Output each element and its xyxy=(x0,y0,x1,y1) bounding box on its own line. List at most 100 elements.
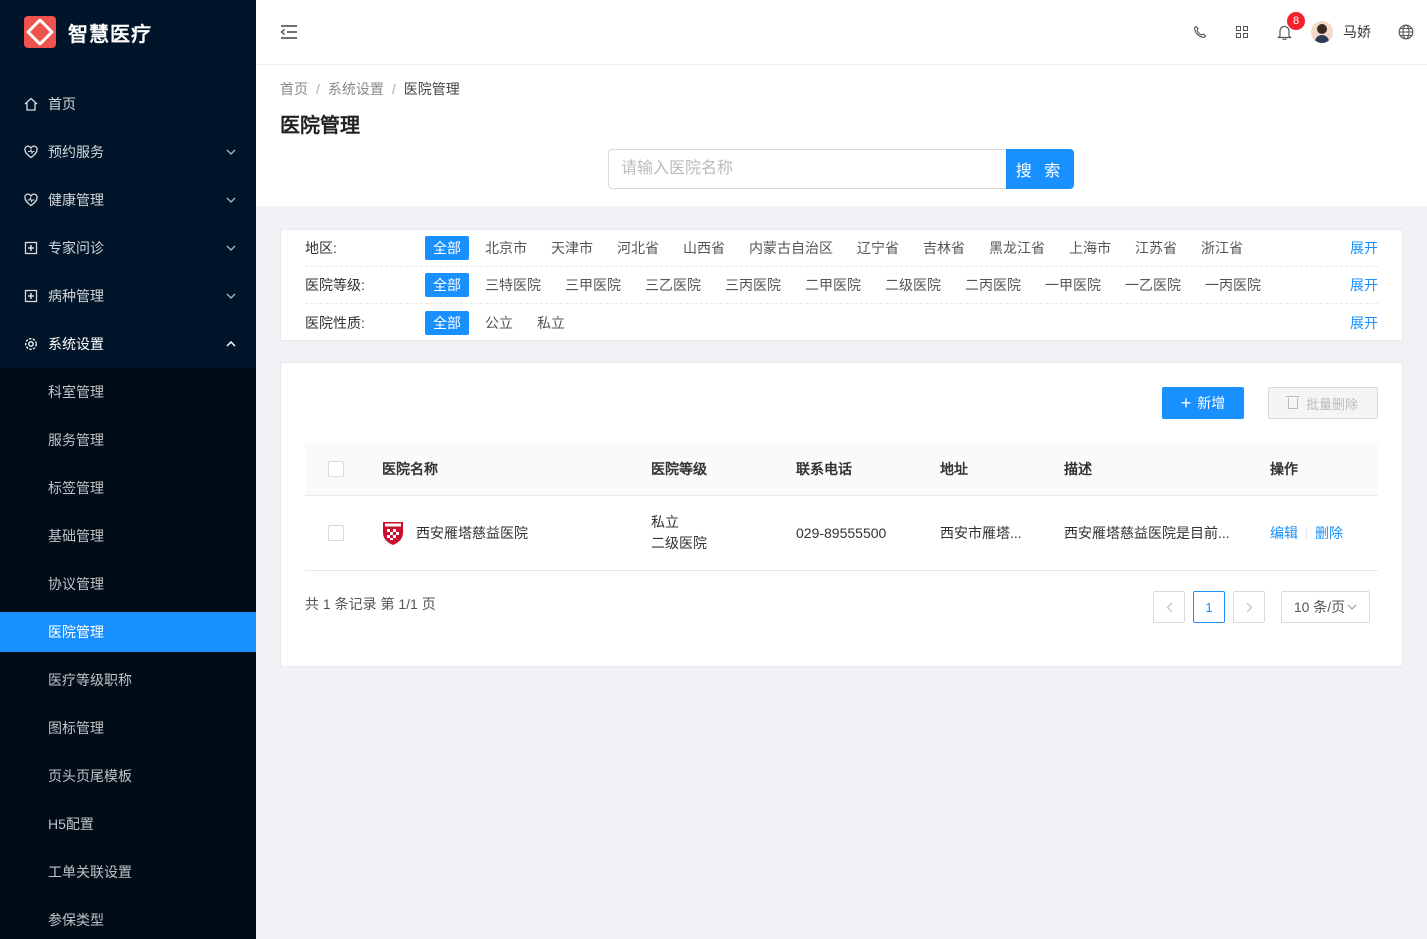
sidebar-subitem-icon[interactable]: 图标管理 xyxy=(0,704,256,752)
filter-label: 医院等级: xyxy=(305,277,365,293)
filter-option[interactable]: 三甲医院 xyxy=(557,273,629,297)
filter-option[interactable]: 吉林省 xyxy=(915,236,973,260)
chevron-up-icon xyxy=(226,339,236,350)
filter-option[interactable]: 全部 xyxy=(425,273,469,297)
filter-option[interactable]: 二甲医院 xyxy=(797,273,869,297)
filter-row-level: 医院等级: 全部 三特医院 三甲医院 三乙医院 三丙医院 二甲医院 二级医院 二… xyxy=(305,267,1378,304)
sidebar-item-home[interactable]: 首页 xyxy=(0,80,256,128)
sidebar-item-health[interactable]: 健康管理 xyxy=(0,176,256,224)
phone-cell: 029-89555500 xyxy=(796,525,887,541)
column-header: 医院名称 xyxy=(382,461,438,477)
sidebar-subitem-header-footer[interactable]: 页头页尾模板 xyxy=(0,752,256,800)
notification-bell-icon[interactable]: 8 xyxy=(1263,0,1305,64)
sidebar-item-label: 病种管理 xyxy=(48,288,104,304)
hospital-name: 西安雁塔慈益医院 xyxy=(416,525,528,541)
filter-option[interactable]: 一甲医院 xyxy=(1037,273,1109,297)
pagination-summary: 共 1 条记录 第 1/1 页 xyxy=(305,596,436,612)
sidebar-subitem-medical-title[interactable]: 医疗等级职称 xyxy=(0,656,256,704)
filter-option[interactable]: 浙江省 xyxy=(1193,236,1251,260)
filter-option[interactable]: 三乙医院 xyxy=(637,273,709,297)
globe-language-icon[interactable] xyxy=(1385,0,1427,64)
filter-option[interactable]: 全部 xyxy=(425,310,469,335)
sidebar-subitem-hospital[interactable]: 医院管理 xyxy=(0,612,256,652)
page-header: 首页 / 系统设置 / 医院管理 医院管理 搜 索 xyxy=(256,65,1427,206)
breadcrumb-current: 医院管理 xyxy=(403,81,460,97)
edit-link[interactable]: 编辑 xyxy=(1270,523,1298,543)
sidebar-subitem-ticket[interactable]: 工单关联设置 xyxy=(0,848,256,896)
filter-option[interactable]: 内蒙古自治区 xyxy=(741,236,841,260)
page-number[interactable]: 1 xyxy=(1193,591,1225,623)
sidebar-subitem-basic[interactable]: 基础管理 xyxy=(0,512,256,560)
app-title: 智慧医疗 xyxy=(68,23,152,46)
column-header: 医院等级 xyxy=(651,461,707,477)
menu-fold-icon[interactable] xyxy=(280,24,298,40)
batch-delete-button[interactable]: 批量删除 xyxy=(1268,387,1378,419)
row-checkbox[interactable] xyxy=(328,496,344,570)
sidebar-item-settings[interactable]: 系统设置 xyxy=(0,320,256,368)
trash-icon xyxy=(1285,395,1300,409)
top-header: 8 马娇 xyxy=(256,0,1427,65)
sidebar-item-consultation[interactable]: 专家问诊 xyxy=(0,224,256,272)
sidebar-subitem-department[interactable]: 科室管理 xyxy=(0,368,256,416)
filter-option[interactable]: 公立 xyxy=(477,311,521,335)
filter-option[interactable]: 江苏省 xyxy=(1127,236,1185,260)
search-input[interactable] xyxy=(608,149,1006,189)
filter-option[interactable]: 山西省 xyxy=(675,236,733,260)
search-button[interactable]: 搜 索 xyxy=(1006,149,1074,189)
sidebar-menu: 首页 预约服务 健康管理 专家问诊 病种管理 系统设置 xyxy=(0,64,256,368)
heart-pulse-icon xyxy=(24,193,38,207)
delete-link[interactable]: 删除 xyxy=(1315,523,1343,543)
filter-option[interactable]: 三丙医院 xyxy=(717,273,789,297)
filter-option[interactable]: 私立 xyxy=(529,311,573,335)
filter-option[interactable]: 辽宁省 xyxy=(849,236,907,260)
filter-option[interactable]: 一乙医院 xyxy=(1117,273,1189,297)
breadcrumb-home[interactable]: 首页 xyxy=(280,81,308,97)
expand-link[interactable]: 展开 xyxy=(1350,313,1378,333)
next-page-button[interactable] xyxy=(1233,591,1265,623)
sidebar-subitem-tag[interactable]: 标签管理 xyxy=(0,464,256,512)
filter-option[interactable]: 二级医院 xyxy=(877,273,949,297)
expand-link[interactable]: 展开 xyxy=(1350,238,1378,258)
phone-icon[interactable] xyxy=(1179,0,1221,64)
sidebar-item-appointment[interactable]: 预约服务 xyxy=(0,128,256,176)
filter-option[interactable]: 全部 xyxy=(425,236,469,260)
filter-panel: 地区: 全部 北京市 天津市 河北省 山西省 内蒙古自治区 辽宁省 吉林省 黑龙… xyxy=(280,229,1403,341)
heart-shield-icon xyxy=(24,145,38,159)
breadcrumb-separator: / xyxy=(391,81,396,97)
breadcrumb-parent[interactable]: 系统设置 xyxy=(328,81,384,97)
medical-plus-icon xyxy=(24,289,38,303)
filter-option[interactable]: 三特医院 xyxy=(477,273,549,297)
filter-row-nature: 医院性质: 全部 公立 私立 展开 xyxy=(305,304,1378,341)
expand-link[interactable]: 展开 xyxy=(1350,275,1378,295)
hospital-table-card: + 新增 批量删除 医院名称 医院等级 联系电话 地址 描述 操作 西安雁塔慈益医… xyxy=(280,362,1403,667)
filter-option[interactable]: 北京市 xyxy=(477,236,535,260)
sidebar-item-label: 预约服务 xyxy=(48,144,104,160)
filter-option[interactable]: 上海市 xyxy=(1061,236,1119,260)
column-header: 地址 xyxy=(940,461,968,477)
sidebar-subitem-service[interactable]: 服务管理 xyxy=(0,416,256,464)
filter-option[interactable]: 一丙医院 xyxy=(1197,273,1269,297)
filter-option[interactable]: 二丙医院 xyxy=(957,273,1029,297)
select-all-checkbox[interactable] xyxy=(328,443,344,495)
filter-label: 医院性质: xyxy=(305,314,365,331)
filter-options: 全部 北京市 天津市 河北省 山西省 内蒙古自治区 辽宁省 吉林省 黑龙江省 上… xyxy=(425,236,1350,260)
breadcrumb-separator: / xyxy=(316,81,320,97)
user-menu[interactable]: 马娇 xyxy=(1305,0,1385,64)
prev-page-button[interactable] xyxy=(1153,591,1185,623)
app-grid-icon[interactable] xyxy=(1221,0,1263,64)
filter-option[interactable]: 黑龙江省 xyxy=(981,236,1053,260)
sidebar-subitem-insurance[interactable]: 参保类型 xyxy=(0,896,256,939)
sidebar-subitem-agreement[interactable]: 协议管理 xyxy=(0,560,256,608)
sidebar-item-disease[interactable]: 病种管理 xyxy=(0,272,256,320)
filter-option[interactable]: 河北省 xyxy=(609,236,667,260)
chevron-down-icon xyxy=(226,147,236,158)
address-cell: 西安市雁塔... xyxy=(940,525,1022,541)
medical-plus-icon xyxy=(24,241,38,255)
page-size-select[interactable]: 10 条/页 xyxy=(1281,591,1370,623)
filter-option[interactable]: 天津市 xyxy=(543,236,601,260)
logo[interactable]: 智慧医疗 xyxy=(0,0,256,64)
sidebar-subitem-h5[interactable]: H5配置 xyxy=(0,800,256,848)
avatar xyxy=(1311,21,1333,43)
add-button[interactable]: + 新增 xyxy=(1162,387,1244,419)
filter-options: 全部 三特医院 三甲医院 三乙医院 三丙医院 二甲医院 二级医院 二丙医院 一甲… xyxy=(425,273,1350,297)
